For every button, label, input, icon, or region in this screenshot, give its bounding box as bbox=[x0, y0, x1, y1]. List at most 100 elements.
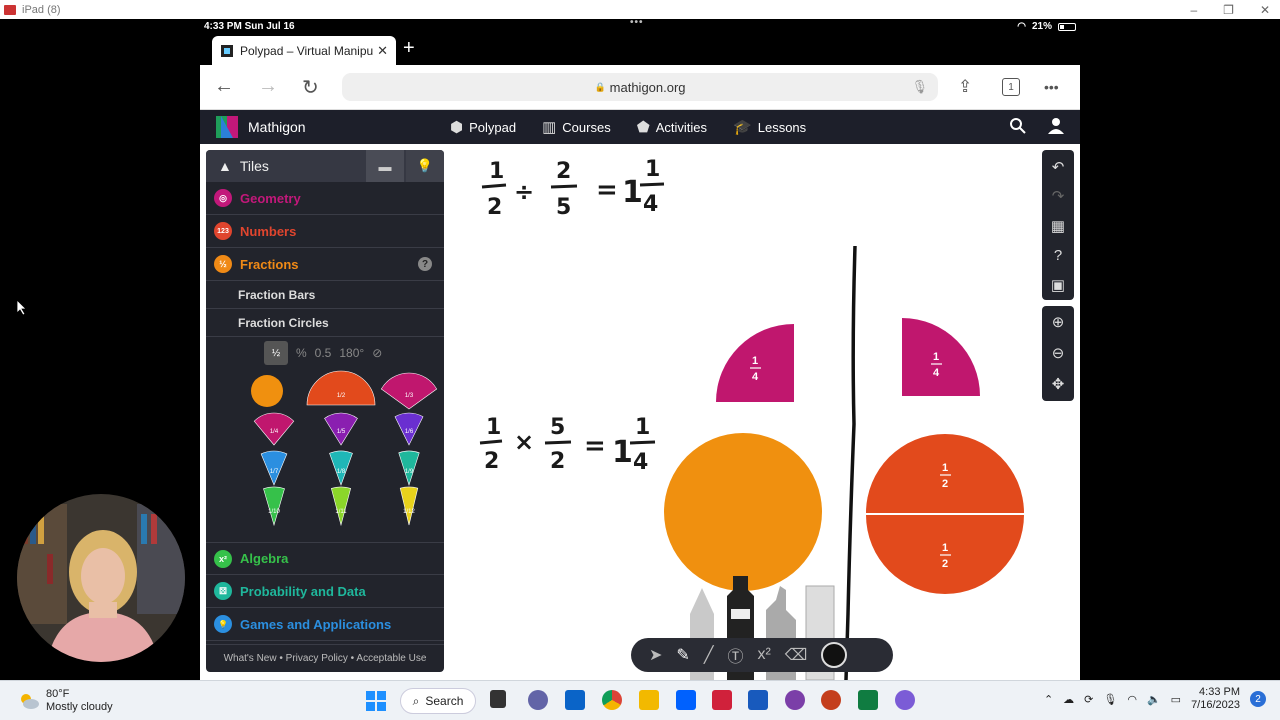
share-icon[interactable]: ⇪ bbox=[958, 77, 972, 97]
taskbar-clock[interactable]: 4:33 PM 7/16/2023 bbox=[1191, 686, 1240, 712]
reload-button[interactable]: ↻ bbox=[302, 75, 319, 100]
tile-whole[interactable] bbox=[251, 375, 283, 407]
tile-1-10[interactable]: 1/10 bbox=[263, 486, 285, 527]
zoom-out-icon[interactable]: ⊖ bbox=[1052, 337, 1065, 368]
chevron-up-icon[interactable]: ⌃ bbox=[1044, 693, 1053, 706]
word-icon[interactable] bbox=[748, 690, 768, 710]
sidebar-footer-links[interactable]: What's New • Privacy Policy • Acceptable… bbox=[206, 644, 444, 672]
color-picker[interactable] bbox=[821, 642, 848, 668]
tab-close-icon[interactable]: ✕ bbox=[377, 43, 388, 59]
tile-1-5[interactable]: 1/5 bbox=[324, 412, 358, 446]
tile-1-8[interactable]: 1/8 bbox=[329, 450, 353, 486]
windows-start-icon[interactable] bbox=[366, 691, 386, 711]
category-fractions[interactable]: ½ Fractions ? bbox=[206, 248, 444, 281]
taskbar-search-button[interactable]: ⌕ Search bbox=[400, 688, 476, 714]
category-probability[interactable]: ⚄ Probability and Data bbox=[206, 575, 444, 608]
format-decimal[interactable]: 0.5 bbox=[315, 346, 332, 360]
outlook-icon[interactable] bbox=[565, 690, 585, 710]
nav-label: Courses bbox=[562, 119, 611, 135]
polypad-canvas[interactable]: 1 2 ÷ 2 5 = 1 1 4 1 2 × 5 2 = 1 1 4 1 4 … bbox=[200, 144, 1080, 680]
battery-icon bbox=[1058, 22, 1076, 31]
microphone-icon[interactable]: 🎙 bbox=[911, 79, 928, 95]
image-icon[interactable]: ▣ bbox=[1051, 270, 1065, 300]
tile-1-6[interactable]: 1/6 bbox=[394, 412, 424, 446]
browser-tab[interactable]: Polypad – Virtual Manipu ✕ bbox=[212, 36, 396, 65]
tile-1-4[interactable]: 1/4 bbox=[253, 412, 295, 446]
battery-tray-icon[interactable]: ▭ bbox=[1171, 693, 1181, 706]
subitem-fraction-bars[interactable]: Fraction Bars bbox=[206, 281, 444, 309]
volume-icon[interactable]: 🔈 bbox=[1147, 693, 1161, 706]
select-tool-icon[interactable]: ➤ bbox=[649, 645, 662, 665]
help-circle-icon[interactable]: ? bbox=[1054, 241, 1062, 271]
category-algebra[interactable]: x² Algebra bbox=[206, 542, 444, 575]
move-icon[interactable]: ✥ bbox=[1052, 368, 1065, 399]
zoom-in-icon[interactable]: ⊕ bbox=[1052, 306, 1065, 337]
undo-icon[interactable]: ↶ bbox=[1052, 152, 1065, 182]
new-tab-button[interactable]: + bbox=[403, 37, 415, 60]
tile-1-3[interactable]: 1/3 bbox=[380, 372, 438, 410]
mirroring-app-icon[interactable] bbox=[712, 690, 732, 710]
geometry-icon: ◎ bbox=[214, 189, 232, 207]
hide-labels-icon[interactable]: ⊘ bbox=[372, 346, 382, 360]
category-label: Algebra bbox=[240, 551, 289, 566]
more-button[interactable]: ••• bbox=[1044, 79, 1059, 95]
category-numbers[interactable]: 123 Numbers bbox=[206, 215, 444, 248]
right-quarter-piece[interactable] bbox=[902, 318, 980, 396]
text-tool-icon[interactable]: Ⓣ bbox=[727, 643, 743, 667]
snipping-tool-icon[interactable] bbox=[785, 690, 805, 710]
tile-1-12[interactable]: 1/12 bbox=[399, 486, 419, 526]
address-bar[interactable]: 🔒 mathigon.org 🎙 bbox=[342, 73, 938, 101]
file-explorer-icon[interactable] bbox=[639, 690, 659, 710]
category-geometry[interactable]: ◎ Geometry bbox=[206, 182, 444, 215]
tiles-tab[interactable]: ▲ Tiles bbox=[218, 158, 269, 174]
task-view-icon[interactable] bbox=[490, 690, 506, 708]
equation-tool-icon[interactable]: x² bbox=[757, 646, 770, 664]
grid-icon[interactable]: ▦ bbox=[1051, 211, 1065, 241]
microphone-tray-icon[interactable]: 🎙 bbox=[1103, 693, 1117, 706]
subitem-fraction-circles[interactable]: Fraction Circles bbox=[206, 309, 444, 337]
minimize-button[interactable]: – bbox=[1190, 3, 1197, 17]
weather-widget[interactable]: 80°F Mostly cloudy bbox=[18, 688, 113, 714]
multitask-dots[interactable]: ••• bbox=[630, 17, 644, 28]
dropbox-icon[interactable] bbox=[676, 690, 696, 710]
wifi-tray-icon[interactable]: ◠ bbox=[1127, 693, 1137, 706]
lightbulb-icon[interactable]: 💡 bbox=[406, 150, 444, 182]
notification-badge[interactable]: 2 bbox=[1250, 691, 1266, 707]
nav-courses[interactable]: ▥ Courses bbox=[542, 118, 611, 136]
redo-icon[interactable]: ↷ bbox=[1052, 182, 1065, 212]
tile-1-7[interactable]: 1/7 bbox=[260, 450, 288, 486]
nav-lessons[interactable]: 🎓 Lessons bbox=[733, 118, 806, 136]
format-fraction[interactable]: ½ bbox=[264, 341, 288, 365]
line-tool-icon[interactable]: ╱ bbox=[704, 645, 714, 665]
chrome-icon[interactable] bbox=[602, 690, 622, 710]
browser-tab-bar: Polypad – Virtual Manipu ✕ + bbox=[200, 34, 1080, 65]
brand[interactable]: Mathigon bbox=[216, 116, 306, 138]
onedrive-icon[interactable]: ☁ bbox=[1063, 693, 1074, 706]
maximize-button[interactable]: ❐ bbox=[1223, 3, 1234, 17]
eraser-tool-icon[interactable]: ⌫ bbox=[785, 645, 808, 665]
sync-icon[interactable]: ⟳ bbox=[1084, 693, 1093, 706]
category-games[interactable]: 💡 Games and Applications bbox=[206, 608, 444, 641]
close-button[interactable]: ✕ bbox=[1260, 3, 1270, 17]
tile-label: 1/11 bbox=[335, 509, 347, 515]
format-degrees[interactable]: 180° bbox=[339, 346, 364, 360]
tile-1-11[interactable]: 1/11 bbox=[330, 486, 352, 527]
user-icon[interactable] bbox=[1047, 117, 1065, 135]
search-icon[interactable] bbox=[1009, 117, 1027, 135]
format-percent[interactable]: % bbox=[296, 346, 307, 360]
tile-1-2[interactable]: 1/2 bbox=[306, 370, 376, 406]
tabs-overview-button[interactable]: 1 bbox=[1002, 78, 1020, 96]
nav-polypad[interactable]: ⬢ Polypad bbox=[450, 118, 516, 136]
excel-icon[interactable] bbox=[858, 690, 878, 710]
pen-tool-icon[interactable]: ✎ bbox=[676, 645, 689, 665]
powerpoint-icon[interactable] bbox=[821, 690, 841, 710]
nav-activities[interactable]: ⬟ Activities bbox=[637, 118, 707, 136]
whole-circle-piece[interactable] bbox=[664, 433, 822, 591]
settings-app-icon[interactable] bbox=[895, 690, 915, 710]
forward-button[interactable]: → bbox=[258, 75, 278, 98]
teams-icon[interactable] bbox=[528, 690, 548, 710]
folder-icon[interactable]: ▬ bbox=[366, 150, 404, 182]
tile-1-9[interactable]: 1/9 bbox=[398, 450, 420, 486]
back-button[interactable]: ← bbox=[214, 75, 234, 98]
help-icon[interactable]: ? bbox=[418, 257, 432, 271]
